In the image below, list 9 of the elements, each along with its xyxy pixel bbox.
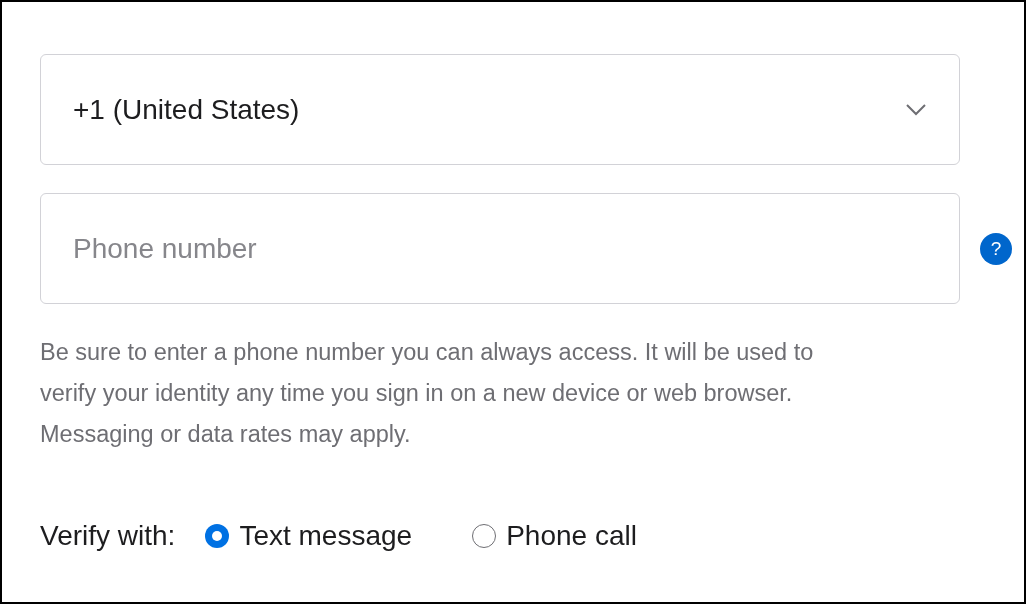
chevron-down-icon (905, 103, 927, 116)
country-select[interactable]: +1 (United States) (40, 54, 960, 165)
verify-label: Verify with: (40, 519, 176, 553)
radio-label[interactable]: Text message (239, 515, 413, 557)
phone-number-field[interactable]: Phone number (40, 193, 960, 304)
radio-button[interactable] (205, 524, 230, 548)
help-button[interactable]: ? (980, 232, 1012, 265)
radio-label[interactable]: Phone call (506, 515, 637, 557)
description-text: Be sure to enter a phone number you can always access. It will be used to verify your identity any time you sign in on a new device or web browser. Messaging or data rates may apply. (40, 338, 815, 449)
